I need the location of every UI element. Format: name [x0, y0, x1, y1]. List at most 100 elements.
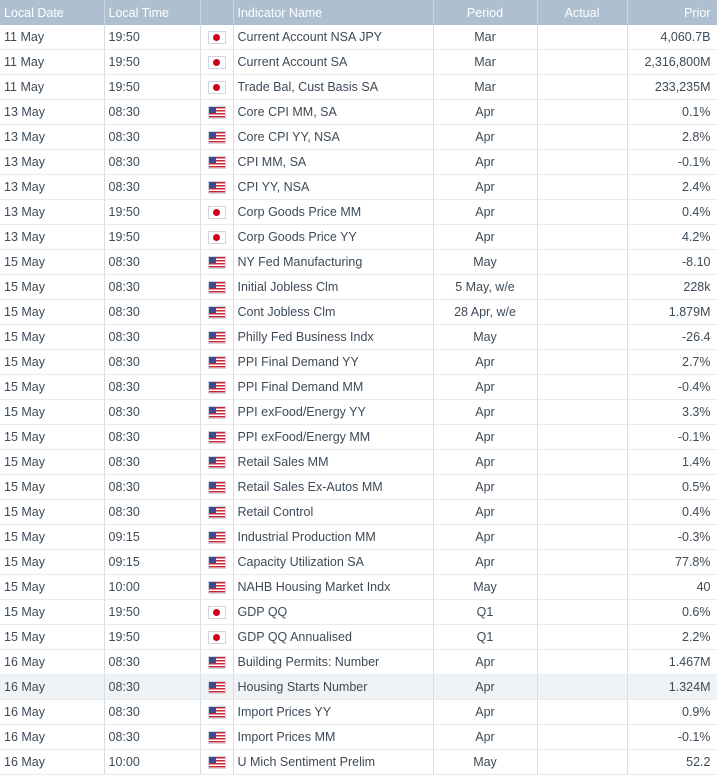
table-row[interactable]: 11 May 19:50 Current Account SA Mar 2,316,80…: [0, 49, 717, 75]
table-row[interactable]: 15 May 08:30 Retail Sales Ex-Autos MM Apr 0.…: [0, 474, 717, 500]
time-cell: 19:50: [104, 74, 201, 100]
table-row[interactable]: 15 May 09:15 Capacity Utilization SA Apr 77.…: [0, 549, 717, 575]
indicator-name-cell: Corp Goods Price YY: [233, 224, 434, 250]
flag-cell: [200, 74, 234, 100]
table-row[interactable]: 13 May 08:30 CPI YY, NSA Apr 2.4%: [0, 174, 717, 200]
column-header-flag: [200, 0, 234, 25]
flag-cell: [200, 49, 234, 75]
table-row[interactable]: 15 May 19:50 GDP QQ Annualised Q1 2.2%: [0, 624, 717, 650]
table-row[interactable]: 16 May 08:30 Housing Starts Number Apr 1.324…: [0, 674, 717, 700]
indicator-name-cell: Retail Sales Ex-Autos MM: [233, 474, 434, 500]
column-header-time[interactable]: Local Time: [104, 0, 201, 25]
table-row[interactable]: 16 May 08:30 Import Prices MM Apr -0.1%: [0, 724, 717, 750]
prior-cell: 4.2%: [627, 224, 717, 250]
date-cell: 15 May: [0, 349, 105, 375]
table-row[interactable]: 13 May 08:30 Core CPI MM, SA Apr 0.1%: [0, 99, 717, 125]
actual-cell: [537, 349, 628, 375]
table-row[interactable]: 15 May08:30≈Philly Fed Business IndxMay -…: [0, 324, 717, 350]
table-row[interactable]: 11 May 19:50 Trade Bal, Cust Basis SA Mar 23…: [0, 74, 717, 100]
date-cell: 16 May: [0, 724, 105, 750]
indicator-name-cell: Cont Jobless Clm: [233, 299, 434, 325]
prior-cell: 1.879M: [627, 299, 717, 325]
flag-cell: [200, 349, 234, 375]
column-header-date[interactable]: Local Date: [0, 0, 105, 25]
prior-cell: 2,316,800M: [627, 49, 717, 75]
table-row[interactable]: 15 May 10:00 NAHB Housing Market Indx May 40: [0, 574, 717, 600]
prior-cell: 0.4%: [627, 199, 717, 225]
table-row[interactable]: 11 May 19:50 Current Account NSA JPY Mar 4,0…: [0, 25, 717, 50]
actual-cell: [537, 74, 628, 100]
table-row[interactable]: 13 May 19:50 Corp Goods Price MM Apr 0.4%: [0, 199, 717, 225]
table-row[interactable]: 15 May 08:30 PPI exFood/Energy MM Apr -0.1%: [0, 424, 717, 450]
period-cell: 28 Apr, w/e: [433, 299, 538, 325]
date-cell: 16 May: [0, 749, 105, 775]
period-cell: Mar: [433, 74, 538, 100]
period-cell: Apr: [433, 449, 538, 475]
table-row[interactable]: 13 May 19:50 Corp Goods Price YY Apr 4.2%: [0, 224, 717, 250]
actual-cell: [537, 624, 628, 650]
table-row[interactable]: 15 May 09:15 Industrial Production MM Apr -0…: [0, 524, 717, 550]
column-header-period[interactable]: Period: [433, 0, 538, 25]
actual-cell: [537, 474, 628, 500]
flag-cell: [200, 224, 234, 250]
flag-cell: [200, 424, 234, 450]
indicator-name-cell: CPI MM, SA: [233, 149, 434, 175]
actual-cell: [537, 524, 628, 550]
indicator-name-cell: Core CPI MM, SA: [233, 99, 434, 125]
date-cell: 15 May: [0, 524, 105, 550]
prior-cell: -8.10: [627, 249, 717, 275]
table-row[interactable]: 15 May 08:30 PPI Final Demand YY Apr 2.7%: [0, 349, 717, 375]
date-cell: 15 May: [0, 624, 105, 650]
date-cell: 16 May: [0, 699, 105, 725]
period-cell: Apr: [433, 99, 538, 125]
date-cell: 15 May: [0, 449, 105, 475]
economic-calendar-table: Local Date Local Time Indicator Name Per…: [0, 0, 717, 775]
flag-cell: [200, 124, 234, 150]
prior-cell: 2.8%: [627, 124, 717, 150]
actual-cell: [537, 724, 628, 750]
table-row[interactable]: 15 May 08:30 Retail Sales MM Apr 1.4%: [0, 449, 717, 475]
time-cell: 08:30: [104, 674, 201, 700]
table-row[interactable]: 15 May 08:30 PPI Final Demand MM Apr -0.4%: [0, 374, 717, 400]
table-row[interactable]: 13 May 08:30 Core CPI YY, NSA Apr 2.8%: [0, 124, 717, 150]
table-row[interactable]: 15 May 08:30 Cont Jobless Clm 28 Apr, w/e 1.…: [0, 299, 717, 325]
time-cell: 08:30: [104, 149, 201, 175]
time-cell: 09:15: [104, 549, 201, 575]
time-cell: 08:30: [104, 124, 201, 150]
table-row[interactable]: 15 May 08:30 NY Fed Manufacturing May -8.10: [0, 249, 717, 275]
indicator-name-cell: Import Prices MM: [233, 724, 434, 750]
time-cell: 08:30: [104, 449, 201, 475]
table-row[interactable]: 16 May 08:30 Building Permits: Number Apr 1.…: [0, 649, 717, 675]
period-cell: May: [433, 324, 538, 350]
us-flag-icon: [207, 280, 226, 294]
period-cell: Apr: [433, 474, 538, 500]
date-cell: 15 May: [0, 374, 105, 400]
column-header-name[interactable]: Indicator Name: [233, 0, 434, 25]
prior-cell: 233,235M: [627, 74, 717, 100]
date-cell: 15 May: [0, 324, 105, 350]
actual-cell: [537, 299, 628, 325]
indicator-name-cell: CPI YY, NSA: [233, 174, 434, 200]
table-row[interactable]: 15 May 08:30 PPI exFood/Energy YY Apr 3.3%: [0, 399, 717, 425]
indicator-name-cell: Philly Fed Business Indx: [233, 324, 434, 350]
time-cell: 08:30: [104, 374, 201, 400]
period-cell: Apr: [433, 149, 538, 175]
table-row[interactable]: 15 May 08:30 Retail Control Apr 0.4%: [0, 499, 717, 525]
period-cell: Apr: [433, 699, 538, 725]
time-cell: 19:50: [104, 624, 201, 650]
table-row[interactable]: 16 May 10:00 U Mich Sentiment Prelim May 52.…: [0, 749, 717, 775]
column-header-actual[interactable]: Actual: [537, 0, 628, 25]
date-cell: 15 May: [0, 499, 105, 525]
table-row[interactable]: 16 May 08:30 Import Prices YY Apr 0.9%: [0, 699, 717, 725]
actual-cell: [537, 99, 628, 125]
date-cell: 16 May: [0, 674, 105, 700]
jp-flag-icon: [207, 205, 226, 219]
table-row[interactable]: 15 May 08:30 Initial Jobless Clm 5 May, w/e…: [0, 274, 717, 300]
period-cell: Apr: [433, 124, 538, 150]
flag-cell: [200, 474, 234, 500]
date-cell: 11 May: [0, 74, 105, 100]
column-header-prior[interactable]: Prior: [627, 0, 717, 25]
table-row[interactable]: 13 May 08:30 CPI MM, SA Apr -0.1%: [0, 149, 717, 175]
indicator-name-cell: Current Account SA: [233, 49, 434, 75]
table-row[interactable]: 15 May 19:50 GDP QQ Q1 0.6%: [0, 599, 717, 625]
